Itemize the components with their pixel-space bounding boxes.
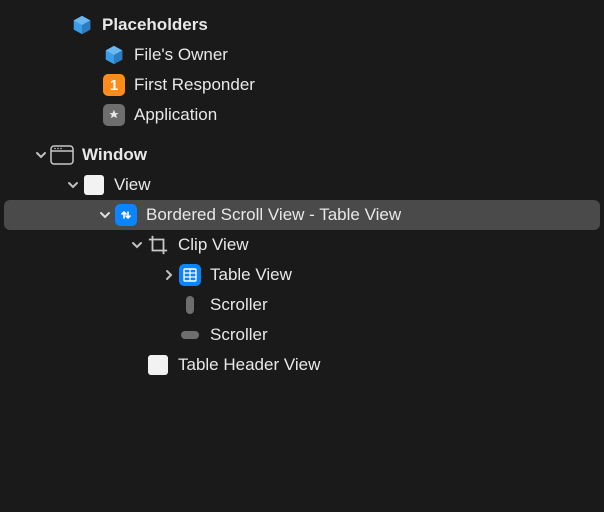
item-label: Clip View: [178, 235, 249, 255]
item-label: Table View: [210, 265, 292, 285]
outline-item-first-responder[interactable]: 1 First Responder: [4, 70, 600, 100]
placeholders-header-row[interactable]: Placeholders: [4, 10, 600, 40]
item-label: File's Owner: [134, 45, 228, 65]
view-icon: [146, 353, 170, 377]
outline-item-scrollview[interactable]: Bordered Scroll View - Table View: [4, 200, 600, 230]
view-icon: [82, 173, 106, 197]
item-label: Bordered Scroll View - Table View: [146, 205, 401, 225]
placeholders-label: Placeholders: [102, 15, 208, 35]
outline-item-view[interactable]: View: [4, 170, 600, 200]
chevron-down-icon[interactable]: [96, 206, 114, 224]
table-icon: [178, 263, 202, 287]
scroller-horizontal-icon: [178, 323, 202, 347]
item-label: Application: [134, 105, 217, 125]
item-label: Window: [82, 145, 147, 165]
cube-icon: [102, 43, 126, 67]
item-label: View: [114, 175, 151, 195]
outline-item-scroller-v[interactable]: Scroller: [4, 290, 600, 320]
outline-item-scroller-h[interactable]: Scroller: [4, 320, 600, 350]
outline-item-application[interactable]: Application: [4, 100, 600, 130]
window-icon: [50, 143, 74, 167]
item-label: First Responder: [134, 75, 255, 95]
item-label: Table Header View: [178, 355, 320, 375]
chevron-down-icon[interactable]: [128, 236, 146, 254]
crop-icon: [146, 233, 170, 257]
outline-item-clipview[interactable]: Clip View: [4, 230, 600, 260]
cube-icon: [70, 13, 94, 37]
chevron-right-icon[interactable]: [160, 266, 178, 284]
scroller-vertical-icon: [178, 293, 202, 317]
chevron-down-icon[interactable]: [32, 146, 50, 164]
outline-item-tableview[interactable]: Table View: [4, 260, 600, 290]
one-badge-icon: 1: [102, 73, 126, 97]
outline-item-files-owner[interactable]: File's Owner: [4, 40, 600, 70]
item-label: Scroller: [210, 325, 268, 345]
outline-item-window[interactable]: Window: [4, 140, 600, 170]
outline-item-tableheader[interactable]: Table Header View: [4, 350, 600, 380]
scroll-icon: [114, 203, 138, 227]
item-label: Scroller: [210, 295, 268, 315]
app-icon: [102, 103, 126, 127]
chevron-down-icon[interactable]: [64, 176, 82, 194]
